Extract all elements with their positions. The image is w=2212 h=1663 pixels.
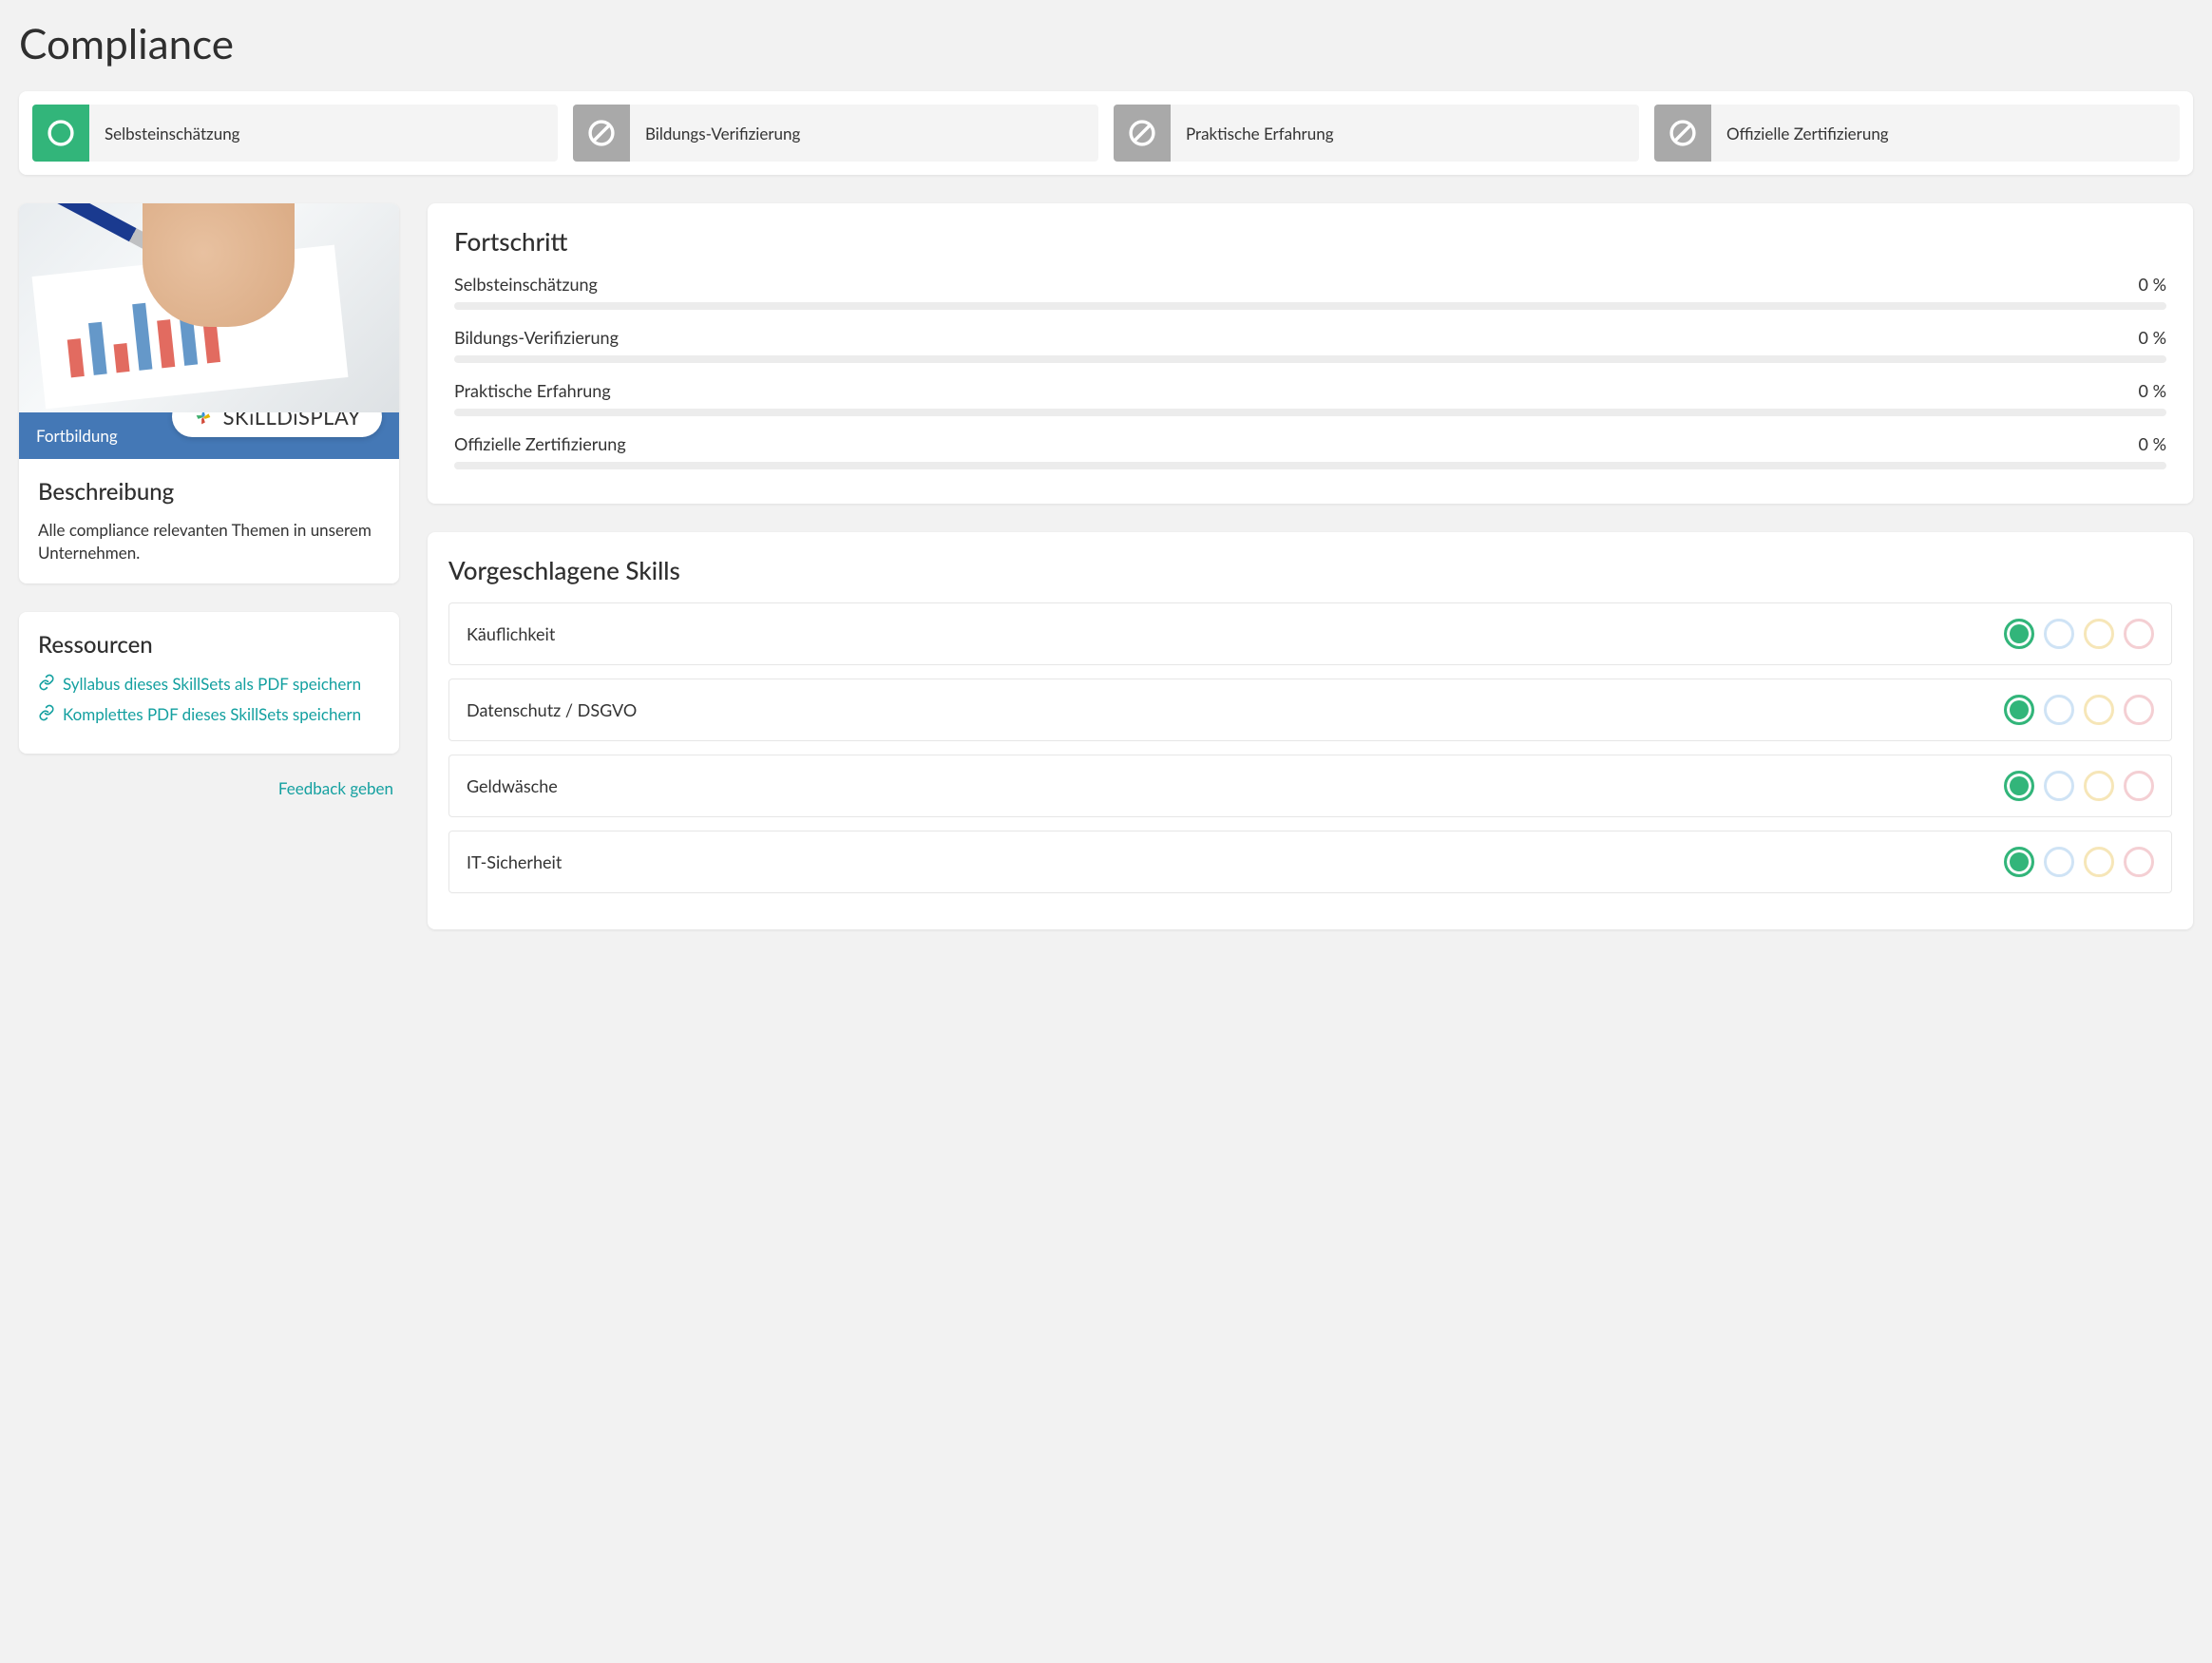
badge-business-icon[interactable]: [2084, 771, 2114, 801]
progress-value: 0 %: [2139, 433, 2166, 454]
skill-name: IT-Sicherheit: [467, 851, 562, 872]
verification-type-bar: Selbsteinschätzung Bildungs-Verifizierung…: [19, 91, 2193, 175]
badge-business-icon[interactable]: [2084, 695, 2114, 725]
progress-bar: [454, 462, 2166, 469]
progress-label: Bildungs-Verifizierung: [454, 327, 619, 348]
progress-heading: Fortschritt: [454, 226, 2166, 257]
badge-self-assessment-icon[interactable]: [2004, 695, 2034, 725]
progress-label: Praktische Erfahrung: [454, 380, 611, 401]
progress-value: 0 %: [2139, 380, 2166, 401]
progress-bar: [454, 409, 2166, 416]
description-text: Alle compliance relevanten Themen in uns…: [38, 519, 380, 564]
verification-type-label: Praktische Erfahrung: [1171, 124, 1349, 143]
skill-row-0[interactable]: Käuflichkeit: [448, 602, 2172, 665]
suggested-skills-card: Vorgeschlagene Skills Käuflichkeit Datens…: [428, 532, 2193, 929]
skill-badges: [2004, 771, 2154, 801]
verification-type-label: Bildungs-Verifizierung: [630, 124, 815, 143]
verification-type-label: Offizielle Zertifizierung: [1711, 124, 1904, 143]
verification-type-1[interactable]: Bildungs-Verifizierung: [573, 105, 1098, 162]
verification-type-2[interactable]: Praktische Erfahrung: [1114, 105, 1639, 162]
skillset-hero-card: Fortbildung SKiLLDiSPLAY Beschreibung Al…: [19, 203, 399, 583]
badge-education-icon[interactable]: [2044, 695, 2074, 725]
badge-self-assessment-icon[interactable]: [2004, 847, 2034, 877]
disabled-icon: [1114, 105, 1171, 162]
link-icon: [38, 704, 55, 725]
skillset-category-label: Fortbildung: [36, 426, 118, 446]
progress-row-3: Offizielle Zertifizierung 0 %: [454, 433, 2166, 469]
skill-row-2[interactable]: Geldwäsche: [448, 755, 2172, 817]
skill-row-3[interactable]: IT-Sicherheit: [448, 831, 2172, 893]
suggested-skills-heading: Vorgeschlagene Skills: [448, 555, 2172, 585]
progress-label: Offizielle Zertifizierung: [454, 433, 626, 454]
link-icon: [38, 674, 55, 695]
resources-card: Ressourcen Syllabus dieses SkillSets als…: [19, 612, 399, 754]
badge-education-icon[interactable]: [2044, 619, 2074, 649]
verification-type-0[interactable]: Selbsteinschätzung: [32, 105, 558, 162]
page-title: Compliance: [19, 19, 2193, 68]
skill-badges: [2004, 619, 2154, 649]
progress-card: Fortschritt Selbsteinschätzung0 %Bildung…: [428, 203, 2193, 504]
badge-self-assessment-icon[interactable]: [2004, 619, 2034, 649]
badge-education-icon[interactable]: [2044, 847, 2074, 877]
resources-heading: Ressourcen: [38, 631, 380, 659]
self-assessment-icon: [32, 105, 89, 162]
description-heading: Beschreibung: [38, 478, 380, 506]
resource-link-label: Syllabus dieses SkillSets als PDF speich…: [63, 674, 361, 694]
disabled-icon: [1654, 105, 1711, 162]
progress-row-0: Selbsteinschätzung 0 %: [454, 274, 2166, 310]
disabled-icon: [573, 105, 630, 162]
skill-name: Käuflichkeit: [467, 623, 555, 644]
progress-bar: [454, 355, 2166, 363]
resource-link-label: Komplettes PDF dieses SkillSets speicher…: [63, 704, 361, 724]
skill-name: Datenschutz / DSGVO: [467, 699, 637, 720]
progress-value: 0 %: [2139, 274, 2166, 295]
skill-badges: [2004, 847, 2154, 877]
badge-certification-icon[interactable]: [2124, 771, 2154, 801]
badge-certification-icon[interactable]: [2124, 619, 2154, 649]
progress-label: Selbsteinschätzung: [454, 274, 598, 295]
progress-row-1: Bildungs-Verifizierung 0 %: [454, 327, 2166, 363]
feedback-link[interactable]: Feedback geben: [278, 778, 393, 798]
progress-value: 0 %: [2139, 327, 2166, 348]
badge-certification-icon[interactable]: [2124, 847, 2154, 877]
badge-business-icon[interactable]: [2084, 847, 2114, 877]
resource-link-0[interactable]: Syllabus dieses SkillSets als PDF speich…: [38, 674, 380, 695]
progress-bar: [454, 302, 2166, 310]
badge-business-icon[interactable]: [2084, 619, 2114, 649]
skillset-hero-image: [19, 203, 399, 412]
resource-link-1[interactable]: Komplettes PDF dieses SkillSets speicher…: [38, 704, 380, 725]
badge-education-icon[interactable]: [2044, 771, 2074, 801]
verification-type-label: Selbsteinschätzung: [89, 124, 256, 143]
skill-name: Geldwäsche: [467, 775, 558, 796]
progress-row-2: Praktische Erfahrung 0 %: [454, 380, 2166, 416]
verification-type-3[interactable]: Offizielle Zertifizierung: [1654, 105, 2180, 162]
skill-badges: [2004, 695, 2154, 725]
badge-certification-icon[interactable]: [2124, 695, 2154, 725]
skill-row-1[interactable]: Datenschutz / DSGVO: [448, 679, 2172, 741]
badge-self-assessment-icon[interactable]: [2004, 771, 2034, 801]
